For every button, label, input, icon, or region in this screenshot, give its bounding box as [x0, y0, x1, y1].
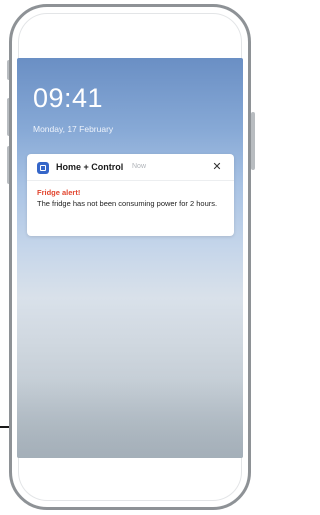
close-icon[interactable]: ✕	[210, 160, 224, 174]
notification-title: Fridge alert!	[37, 188, 81, 197]
lockscreen-date: Monday, 17 February	[33, 124, 114, 134]
illustration: 09:41 Monday, 17 February Home + Control…	[0, 0, 260, 515]
notification-divider	[27, 180, 234, 181]
notification-card[interactable]: Home + Control Now ✕ Fridge alert! The f…	[27, 154, 234, 236]
notification-app-name: Home + Control	[56, 162, 124, 172]
notification-header: Home + Control Now ✕	[27, 154, 234, 180]
notification-timestamp: Now	[132, 163, 147, 170]
lockscreen-time: 09:41	[33, 83, 104, 113]
power-button	[251, 112, 255, 170]
notification-body: The fridge has not been consuming power …	[37, 199, 218, 208]
home-control-app-icon	[37, 162, 49, 174]
lock-screen: 09:41 Monday, 17 February Home + Control…	[17, 58, 243, 458]
